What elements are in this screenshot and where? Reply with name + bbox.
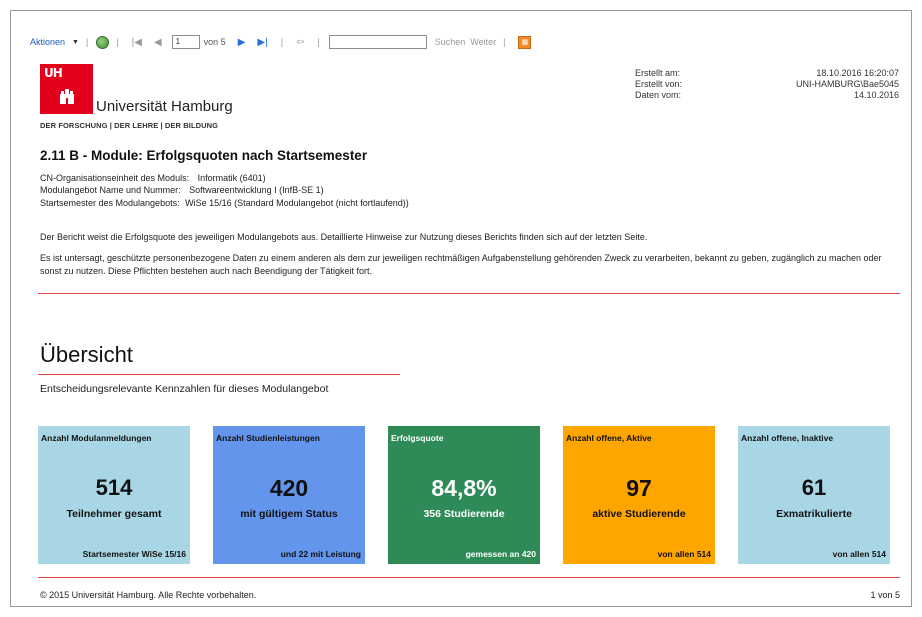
kpi-tile-open-inactive: Anzahl offene, Inaktive 61 Exmatrikulier… xyxy=(738,426,890,564)
tile-footer: gemessen an 420 xyxy=(465,549,536,559)
tile-footer: von allen 514 xyxy=(657,549,711,559)
meta-label: Erstellt am: xyxy=(635,68,681,78)
meta-value: 14.10.2016 xyxy=(853,90,899,100)
param-row-org-unit: CN-Organisationseinheit des Moduls: Info… xyxy=(40,172,409,184)
param-label: Modulangebot Name und Nummer: xyxy=(40,185,181,196)
logo-abbreviation: UH xyxy=(44,66,63,80)
tile-heading: Erfolgsquote xyxy=(391,433,444,443)
back-to-parent-icon[interactable]: ⇦ xyxy=(296,37,304,48)
tile-heading: Anzahl Studienleistungen xyxy=(216,433,320,443)
copyright-text: © 2015 Universität Hamburg. Alle Rechte … xyxy=(40,590,257,600)
tile-footer: und 22 mit Leistung xyxy=(280,549,361,559)
tile-heading: Anzahl offene, Aktive xyxy=(566,433,652,443)
param-label: CN-Organisationseinheit des Moduls: xyxy=(40,173,190,183)
meta-label: Erstellt von: xyxy=(635,79,683,89)
actions-label[interactable]: Aktionen xyxy=(30,37,65,47)
meta-row-created-at: Erstellt am: 18.10.2016 16:20:07 xyxy=(635,68,899,79)
kpi-tile-open-active: Anzahl offene, Aktive 97 aktive Studiere… xyxy=(563,426,715,564)
param-row-module: Modulangebot Name und Nummer: Softwareen… xyxy=(40,184,409,196)
export-icon[interactable]: ▦ xyxy=(518,35,532,49)
overview-title: Übersicht xyxy=(40,342,133,367)
tile-footer: Startsemester WiSe 15/16 xyxy=(82,549,186,559)
section-divider xyxy=(38,293,900,294)
toolbar-divider: | xyxy=(280,37,284,47)
tile-heading: Anzahl Modulanmeldungen xyxy=(41,433,152,443)
report-toolbar: Aktionen ▼ | | |◀ ◀ 1 von 5 ▶ ▶| | ⇦ | S… xyxy=(30,32,532,52)
search-input[interactable] xyxy=(328,35,427,49)
report-title: 2.11 B - Module: Erfolgsquoten nach Star… xyxy=(40,148,368,163)
university-logo: UH Universität Hamburg DER FORSCHUNG | D… xyxy=(40,62,240,134)
tile-label: Exmatrikulierte xyxy=(776,508,852,520)
footer-divider xyxy=(38,577,900,578)
tile-value: 61 xyxy=(801,475,827,500)
actions-menu[interactable]: Aktionen ▼ xyxy=(30,37,79,47)
param-value: Softwareentwicklung I (InfB-SE 1) xyxy=(189,185,324,196)
tile-label: aktive Studierende xyxy=(592,508,686,520)
tile-heading: Anzahl offene, Inaktive xyxy=(741,433,834,443)
university-name: Universität Hamburg xyxy=(96,98,233,115)
overview-underline xyxy=(38,374,400,375)
tile-value: 420 xyxy=(269,475,309,501)
toolbar-divider: | xyxy=(503,37,506,47)
previous-page-icon[interactable]: ◀ xyxy=(154,37,162,48)
first-page-icon[interactable]: |◀ xyxy=(132,37,142,48)
refresh-button[interactable] xyxy=(95,35,109,49)
param-value: Informatik (6401) xyxy=(197,173,266,183)
meta-row-data-date: Daten vom: 14.10.2016 xyxy=(635,90,899,101)
search-link[interactable]: Suchen xyxy=(435,37,466,47)
tile-value: 84,8% xyxy=(431,475,497,501)
tile-footer: von allen 514 xyxy=(832,549,886,559)
param-value: WiSe 15/16 (Standard Modulangebot (nicht… xyxy=(185,197,409,208)
university-tagline: DER FORSCHUNG | DER LEHRE | DER BILDUNG xyxy=(40,121,219,130)
meta-label: Daten vom: xyxy=(635,90,682,100)
kpi-tile-registrations: Anzahl Modulanmeldungen 514 Teilnehmer g… xyxy=(38,426,190,564)
overview-subtitle: Entscheidungsrelevante Kennzahlen für di… xyxy=(40,383,329,395)
param-label: Startsemester des Modulangebots: xyxy=(40,197,180,208)
tile-value: 97 xyxy=(626,475,652,501)
meta-value: UNI-HAMBURG\Bae5045 xyxy=(795,79,899,89)
kpi-tile-achievements: Anzahl Studienleistungen 420 mit gültige… xyxy=(213,426,365,564)
report-parameters: CN-Organisationseinheit des Moduls: Info… xyxy=(40,172,409,209)
page-number-input[interactable]: 1 xyxy=(171,35,200,49)
logo-red-block: UH xyxy=(40,64,93,114)
toolbar-divider: | xyxy=(116,37,119,47)
chevron-down-icon[interactable]: ▼ xyxy=(72,39,79,46)
report-description: Der Bericht weist die Erfolgsquote des j… xyxy=(40,232,648,242)
toolbar-divider: | xyxy=(85,37,89,47)
kpi-tile-success-rate: Erfolgsquote 84,8% 356 Studierende gemes… xyxy=(388,426,540,564)
param-row-start-semester: Startsemester des Modulangebots: WiSe 15… xyxy=(40,197,409,209)
meta-row-created-by: Erstellt von: UNI-HAMBURG\Bae5045 xyxy=(635,79,899,90)
tile-label: mit gültigem Status xyxy=(240,508,338,520)
next-page-icon[interactable]: ▶ xyxy=(238,37,246,48)
meta-value: 18.10.2016 16:20:07 xyxy=(816,68,899,78)
tile-value: 514 xyxy=(95,475,133,500)
tile-label: Teilnehmer gesamt xyxy=(66,508,162,520)
page-number: 1 von 5 xyxy=(870,590,900,600)
refresh-icon[interactable] xyxy=(95,35,109,49)
last-page-icon[interactable]: ▶| xyxy=(257,37,267,48)
tile-label: 356 Studierende xyxy=(423,508,505,520)
toolbar-divider: | xyxy=(317,37,320,47)
castle-icon xyxy=(60,89,74,104)
page-count-label: von 5 xyxy=(203,37,226,47)
privacy-notice: Es ist untersagt, geschützte personenbez… xyxy=(40,253,882,276)
find-next-link[interactable]: Weiter xyxy=(470,37,496,47)
report-meta: Erstellt am: 18.10.2016 16:20:07 Erstell… xyxy=(635,68,899,101)
